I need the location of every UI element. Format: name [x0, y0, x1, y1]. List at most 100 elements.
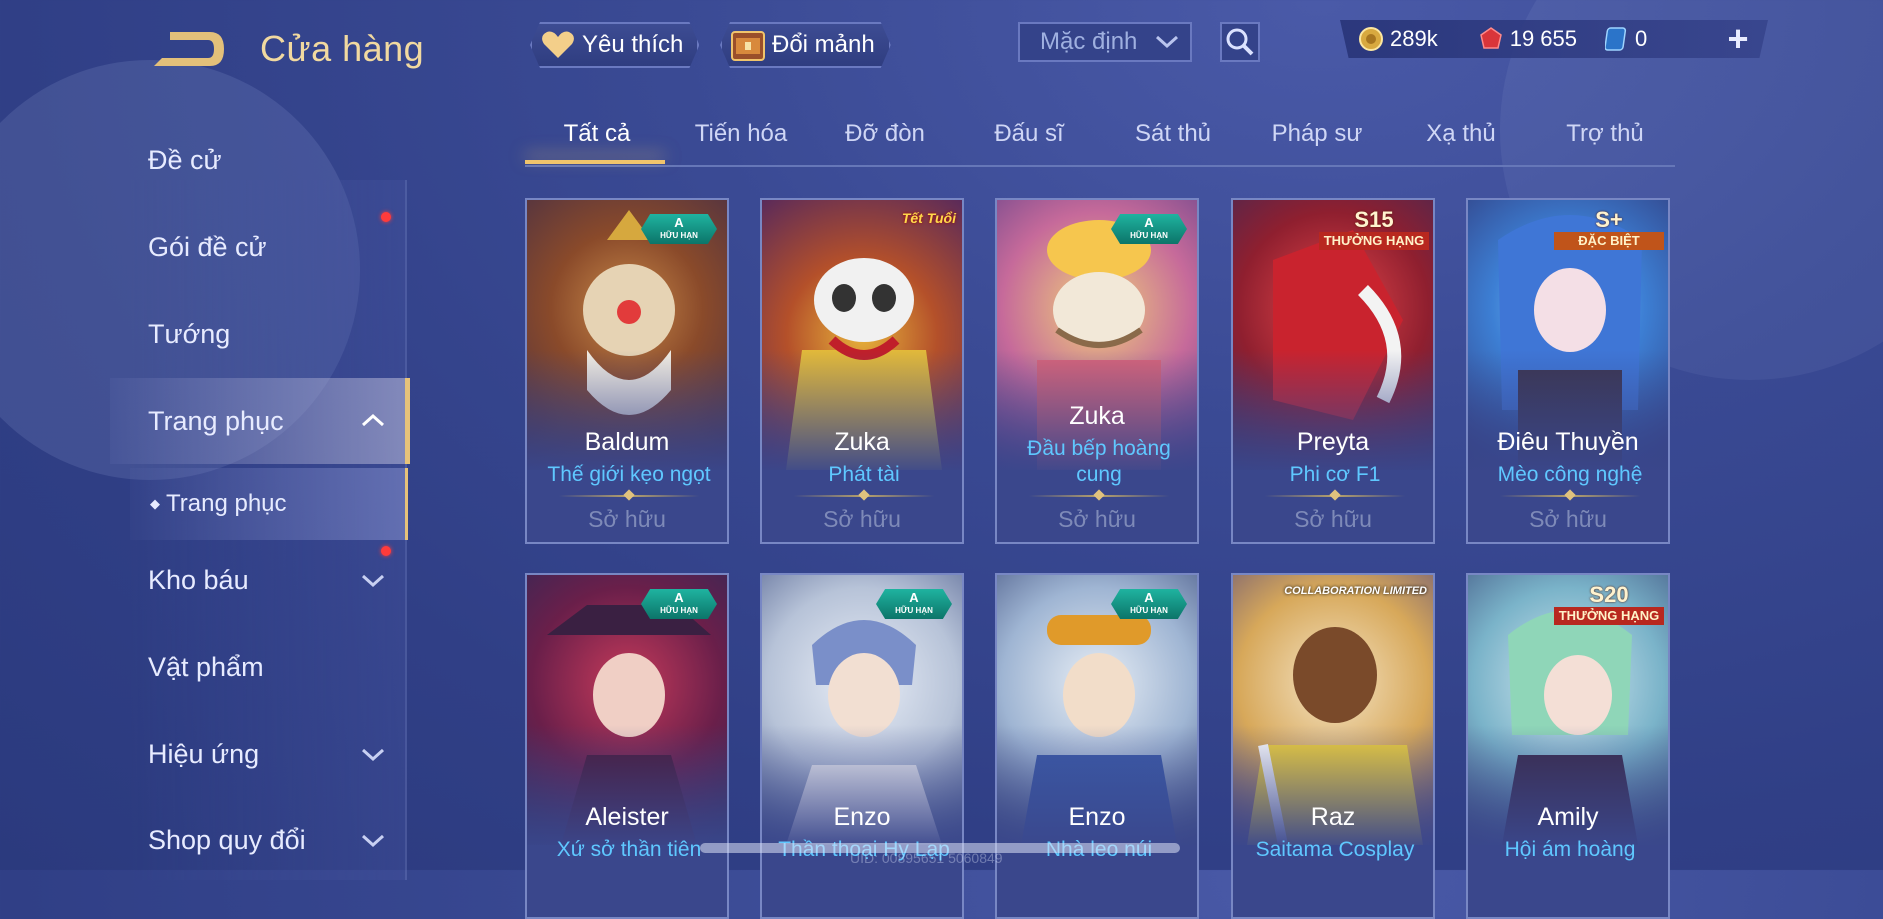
- owned-status: Sở hữu: [823, 506, 901, 532]
- blue-coupon-icon: [1605, 27, 1627, 51]
- notification-dot: [381, 546, 391, 556]
- badge-text: HỮU HẠN: [1130, 606, 1168, 615]
- favorite-button[interactable]: Yêu thích: [530, 22, 699, 68]
- search-icon: [1226, 28, 1254, 56]
- exchange-label: Đổi mảnh: [772, 31, 875, 58]
- tab-assassin[interactable]: Sát thủ: [1101, 120, 1245, 148]
- page-title: Cửa hàng: [260, 28, 425, 69]
- add-currency-button[interactable]: +: [1718, 18, 1758, 59]
- badge-text: HỮU HẠN: [895, 606, 933, 615]
- skin-name: Phi cơ F1: [1289, 463, 1381, 486]
- skin-card[interactable]: AHỮU HẠN Enzo Nhà leo núi: [995, 573, 1199, 919]
- sidebar-item-recommended[interactable]: Đề cử: [148, 145, 222, 176]
- sidebar-item-treasure[interactable]: Kho báu: [148, 565, 385, 596]
- sidebar-item-label: Gói đề cử: [148, 232, 267, 262]
- sidebar-item-label: Đề cử: [148, 145, 222, 175]
- sidebar-item-skins[interactable]: Trang phục: [148, 406, 385, 437]
- badge-grade: A: [674, 590, 684, 605]
- gold-amount: 289k: [1390, 26, 1438, 51]
- owned-status: Sở hữu: [1294, 506, 1372, 532]
- skin-card[interactable]: A HỮU HẠN Baldum Thế giới kẹo ngọt Sở hữu: [525, 198, 729, 544]
- hero-name: Zuka: [1069, 402, 1125, 430]
- tab-evolution[interactable]: Tiến hóa: [669, 120, 813, 148]
- badge-text: THƯỞNG HẠNG: [1319, 232, 1429, 250]
- search-button[interactable]: [1220, 22, 1260, 62]
- exchange-fragments-button[interactable]: Đổi mảnh: [720, 22, 891, 68]
- tab-tank[interactable]: Đỡ đòn: [813, 120, 957, 148]
- sidebar-item-label: Tướng: [148, 319, 231, 349]
- limited-badge: A HỮU HẠN: [876, 589, 952, 619]
- skin-card[interactable]: S+ ĐẶC BIỆT Điêu Thuyền Mèo công nghệ Sở …: [1466, 198, 1670, 544]
- voucher-currency: 19 655: [1478, 26, 1577, 52]
- hero-name: Baldum: [584, 428, 670, 456]
- sidebar-item-label: Vật phẩm: [148, 652, 264, 682]
- owned-status: Sở hữu: [1529, 506, 1607, 532]
- tab-support[interactable]: Trợ thủ: [1533, 120, 1677, 148]
- tab-warrior[interactable]: Đấu sĩ: [957, 120, 1101, 148]
- skin-card[interactable]: Tết Tuổi Zuka Phát tài Sở hữu: [760, 198, 964, 544]
- hero-name: Điêu Thuyền: [1497, 428, 1639, 456]
- tab-marksman[interactable]: Xạ thủ: [1389, 120, 1533, 148]
- badge-grade: A: [1144, 215, 1154, 230]
- hero-name: Amily: [1537, 803, 1599, 831]
- badge-grade: A: [674, 215, 684, 230]
- chevron-up-icon: [361, 413, 385, 427]
- home-indicator[interactable]: [700, 843, 1180, 853]
- badge-grade: S+: [1595, 207, 1623, 232]
- sidebar-item-effects[interactable]: Hiệu ứng: [148, 739, 385, 770]
- tab-mage[interactable]: Pháp sư: [1245, 120, 1389, 148]
- hero-name: Enzo: [1068, 803, 1126, 831]
- hero-name: Aleister: [585, 803, 669, 831]
- tab-all[interactable]: Tất cả: [525, 120, 669, 148]
- sidebar-item-recommended-bundles[interactable]: Gói đề cử: [148, 232, 267, 263]
- hero-name: Raz: [1310, 803, 1356, 831]
- skin-card[interactable]: A HỮU HẠN Zuka Đầu bếp hoàng cung Sở hữu: [995, 198, 1199, 544]
- skin-name: Hội ám hoàng: [1504, 838, 1636, 861]
- coupon-amount: 0: [1635, 26, 1648, 51]
- sidebar-item-heroes[interactable]: Tướng: [148, 319, 230, 350]
- sidebar-item-items[interactable]: Vật phẩm: [148, 652, 264, 683]
- chest-icon: [730, 27, 766, 63]
- badge-season: S15: [1354, 207, 1394, 232]
- sidebar-item-exchange-shop[interactable]: Shop quy đổi: [148, 825, 385, 856]
- sidebar-item-label: Shop quy đổi: [148, 825, 306, 855]
- chevron-down-icon: [1155, 35, 1179, 49]
- chevron-down-icon: [361, 574, 385, 588]
- chevron-down-icon: [361, 748, 385, 762]
- tet-badge: Tết Tuổi: [901, 210, 956, 226]
- skin-name: Mèo công nghệ: [1497, 463, 1643, 486]
- sidebar-item-label: Trang phục: [148, 406, 284, 436]
- back-button[interactable]: [148, 26, 228, 72]
- limited-badge: A HỮU HẠN: [641, 589, 717, 619]
- skin-card[interactable]: A HỮU HẠN Aleister Xứ sở thần tiên: [525, 573, 729, 919]
- badge-text: THƯỞNG HẠNG: [1554, 607, 1664, 625]
- sort-dropdown[interactable]: Mặc định: [1018, 22, 1192, 62]
- sidebar-item-label: Kho báu: [148, 565, 249, 595]
- skin-card[interactable]: S15 THƯỞNG HẠNG Preyta Phi cơ F1 Sở hữu: [1231, 198, 1435, 544]
- gold-currency: 289k: [1358, 26, 1438, 52]
- limited-badge: A HỮU HẠN: [1111, 214, 1187, 244]
- special-badge: S+ ĐẶC BIỆT: [1554, 208, 1664, 254]
- sidebar-subitem-skins[interactable]: ◆ Trang phục: [150, 490, 287, 518]
- sidebar-item-label: Trang phục: [166, 490, 287, 517]
- card-divider: [1265, 489, 1405, 501]
- card-divider: [1500, 489, 1640, 501]
- skin-card[interactable]: COLLABORATION LIMITED Raz Saitama Cospla…: [1231, 573, 1435, 919]
- skin-card[interactable]: S20 THƯỞNG HẠNG Amily Hội ám hoàng: [1466, 573, 1670, 919]
- badge-grade: A: [909, 590, 919, 605]
- ranked-badge: S20 THƯỞNG HẠNG: [1554, 583, 1664, 629]
- coupon-currency: 0: [1605, 26, 1647, 52]
- owned-status: Sở hữu: [588, 506, 666, 532]
- gold-coin-icon: [1359, 27, 1383, 51]
- ranked-badge: S15 THƯỞNG HẠNG: [1319, 208, 1429, 254]
- limited-badge: A HỮU HẠN: [1111, 589, 1187, 619]
- badge-text: HỮU HẠN: [1130, 231, 1168, 240]
- skin-card[interactable]: AHỮU HẠN Enzo Thần thoại Hy Lạp: [760, 573, 964, 919]
- currency-bar: 289k 19 655 0: [1340, 20, 1768, 58]
- badge-text: HỮU HẠN: [660, 231, 698, 240]
- notification-dot: [381, 212, 391, 222]
- skin-name: Xứ sở thần tiên: [556, 838, 702, 861]
- card-divider: [559, 489, 699, 501]
- sort-selected-label: Mặc định: [1040, 28, 1138, 55]
- category-tabs: Tất cả Tiến hóa Đỡ đòn Đấu sĩ Sát thủ Ph…: [525, 110, 1675, 167]
